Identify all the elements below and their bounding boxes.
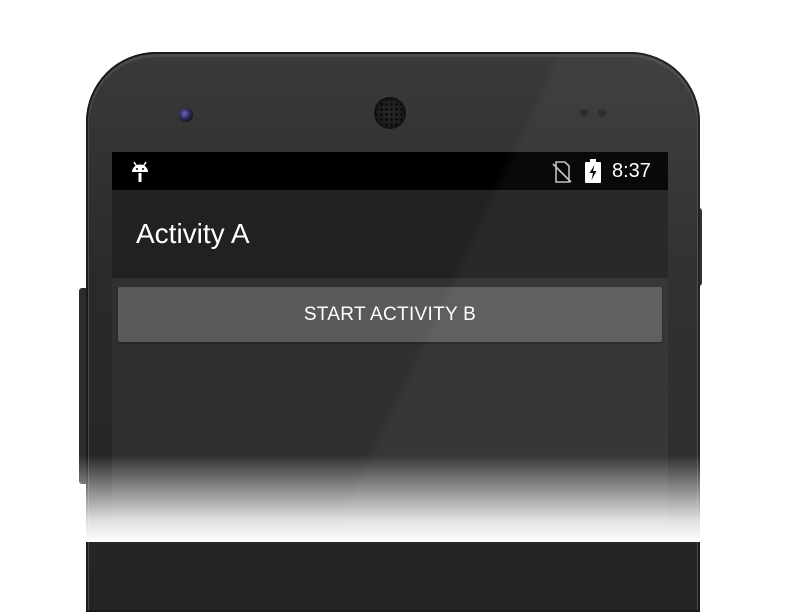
earpiece-speaker xyxy=(374,97,406,129)
main-content: START ACTIVITY B xyxy=(112,278,668,542)
android-icon xyxy=(132,161,148,182)
proximity-sensor xyxy=(580,109,588,117)
start-activity-b-button[interactable]: START ACTIVITY B xyxy=(118,287,662,342)
device-screen: 8:37 Activity A START ACTIVITY B xyxy=(112,152,668,542)
app-bar: Activity A xyxy=(112,190,668,278)
front-camera xyxy=(179,108,193,122)
page-title: Activity A xyxy=(136,218,250,249)
light-sensor xyxy=(598,109,606,117)
battery-charging-icon xyxy=(585,159,601,183)
clock: 8:37 xyxy=(612,160,651,182)
status-bar: 8:37 xyxy=(112,152,668,190)
no-sim-icon xyxy=(552,161,572,183)
